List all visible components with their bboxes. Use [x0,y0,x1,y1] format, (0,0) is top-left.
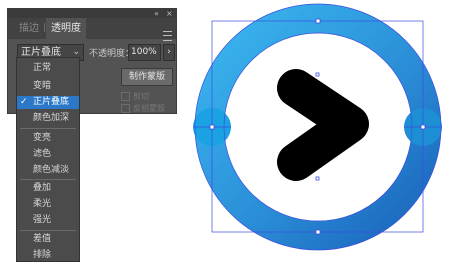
blend-option-multiply-label: 正片叠底 [33,97,70,107]
blend-option-difference[interactable]: 差值 [17,233,79,246]
blend-option-darken[interactable]: 变暗 [17,80,79,93]
panel-menu-icon[interactable] [163,31,172,41]
tab-transparency[interactable]: 透明度 [46,18,86,39]
clip-label: 剪切 [133,92,149,101]
blend-mode-dropdown: 正常 变暗 ✓ 正片叠底 颜色加深 变亮 滤色 颜色减淡 叠加 柔光 强光 差值 … [16,57,80,262]
blend-option-lighten[interactable]: 变亮 [17,132,79,145]
tab-stroke[interactable]: 描边 [14,18,44,39]
make-mask-button[interactable]: 制作蒙版 [121,68,173,86]
clip-checkbox-box [121,92,130,101]
blend-option-soft-light[interactable]: 柔光 [17,198,79,211]
blend-option-multiply[interactable]: ✓ 正片叠底 [17,96,79,109]
blend-option-exclusion[interactable]: 排除 [17,249,79,262]
dropdown-divider [20,230,76,231]
invert-mask-checkbox[interactable]: 反相蒙版 [121,103,181,115]
blend-option-screen[interactable]: 滤色 [17,148,79,161]
blend-option-color-burn[interactable]: 颜色加深 [17,112,79,125]
clip-checkbox[interactable]: 剪切 [121,91,181,103]
arrow-chevron[interactable] [277,69,369,181]
dropdown-divider [20,128,76,129]
opacity-dropdown-arrow-icon[interactable]: › [163,44,175,61]
dropdown-divider [20,179,76,180]
opacity-input[interactable]: 100% [128,44,161,61]
blend-option-hard-light[interactable]: 强光 [17,214,79,227]
panel-topbar: « × [8,9,176,18]
blend-option-color-dodge[interactable]: 颜色减淡 [17,164,79,177]
invert-mask-label: 反相蒙版 [133,104,165,113]
blend-option-overlay[interactable]: 叠加 [17,182,79,195]
panel-tabs: 描边 | 透明度 [8,18,176,41]
check-icon: ✓ [20,97,28,107]
invert-mask-checkbox-box [121,104,130,113]
collapse-panel-icon[interactable]: « [154,9,159,18]
close-panel-icon[interactable]: × [166,9,173,18]
blend-option-normal[interactable]: 正常 [17,62,79,75]
